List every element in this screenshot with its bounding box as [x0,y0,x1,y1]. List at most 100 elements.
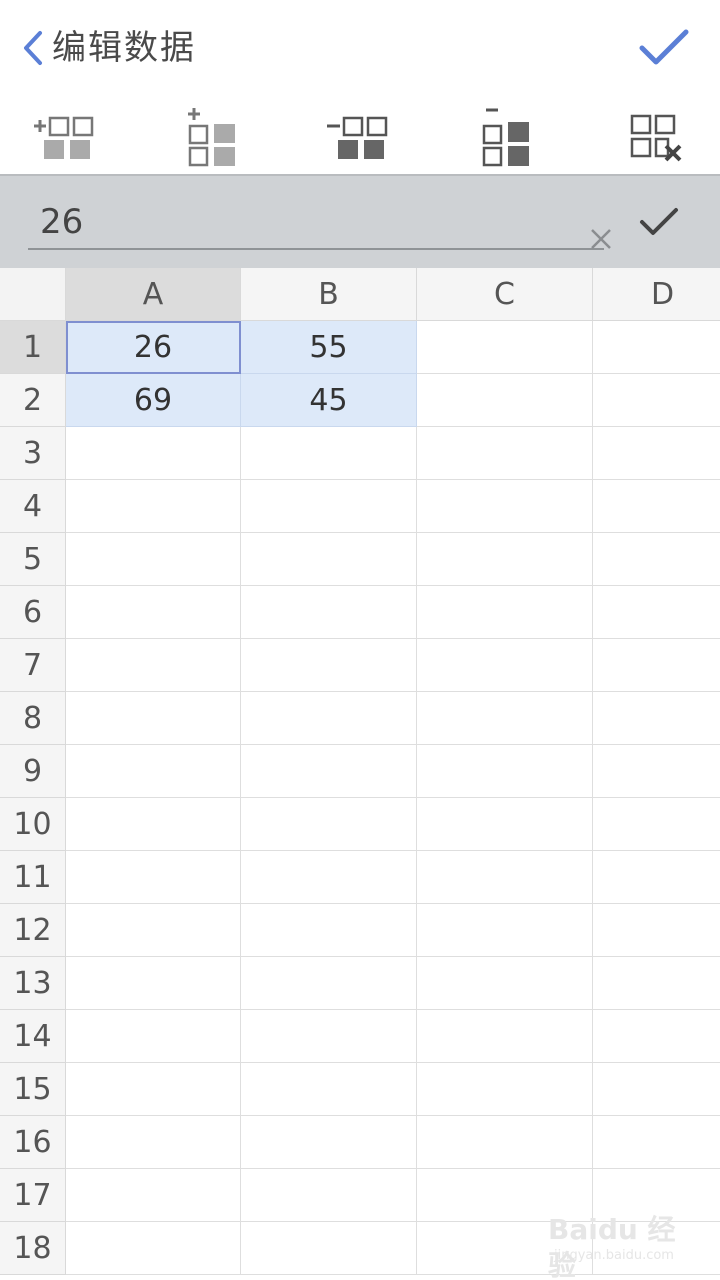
cell-c7[interactable] [417,639,593,692]
row-header-15[interactable]: 15 [0,1063,66,1116]
cell-d9[interactable] [593,745,720,798]
clear-input-button[interactable] [584,222,618,256]
cell-a14[interactable] [66,1010,241,1063]
cell-d13[interactable] [593,957,720,1010]
cell-d12[interactable] [593,904,720,957]
row-header-3[interactable]: 3 [0,427,66,480]
delete-column-button[interactable] [324,104,396,170]
cell-d2[interactable] [593,374,720,427]
cell-d3[interactable] [593,427,720,480]
row-header-11[interactable]: 11 [0,851,66,904]
row-header-6[interactable]: 6 [0,586,66,639]
row-header-18[interactable]: 18 [0,1222,66,1275]
cell-a6[interactable] [66,586,241,639]
cell-value-field[interactable]: 26 [28,194,611,250]
cell-a18[interactable] [66,1222,241,1275]
cell-c3[interactable] [417,427,593,480]
row-header-8[interactable]: 8 [0,692,66,745]
cell-a13[interactable] [66,957,241,1010]
cell-b5[interactable] [241,533,417,586]
cell-b11[interactable] [241,851,417,904]
cell-d10[interactable] [593,798,720,851]
cell-d11[interactable] [593,851,720,904]
back-button[interactable] [22,26,44,70]
cell-a5[interactable] [66,533,241,586]
row-header-9[interactable]: 9 [0,745,66,798]
row-header-14[interactable]: 14 [0,1010,66,1063]
cell-c5[interactable] [417,533,593,586]
cell-b12[interactable] [241,904,417,957]
cell-b13[interactable] [241,957,417,1010]
cell-a4[interactable] [66,480,241,533]
cell-d6[interactable] [593,586,720,639]
cell-a12[interactable] [66,904,241,957]
cell-d4[interactable] [593,480,720,533]
cell-b10[interactable] [241,798,417,851]
cell-c16[interactable] [417,1116,593,1169]
cell-c4[interactable] [417,480,593,533]
cell-c11[interactable] [417,851,593,904]
cell-c6[interactable] [417,586,593,639]
row-header-4[interactable]: 4 [0,480,66,533]
cell-b17[interactable] [241,1169,417,1222]
row-header-1[interactable]: 1 [0,321,66,374]
cell-b6[interactable] [241,586,417,639]
cell-b3[interactable] [241,427,417,480]
cell-d1[interactable] [593,321,720,374]
cell-b2[interactable]: 45 [241,374,417,427]
cell-a2[interactable]: 69 [66,374,241,427]
cell-d14[interactable] [593,1010,720,1063]
cell-b8[interactable] [241,692,417,745]
insert-column-button[interactable] [30,104,102,170]
cell-a3[interactable] [66,427,241,480]
cell-a11[interactable] [66,851,241,904]
cell-c9[interactable] [417,745,593,798]
insert-row-button[interactable] [184,104,244,170]
cell-a9[interactable] [66,745,241,798]
cell-a10[interactable] [66,798,241,851]
cell-c15[interactable] [417,1063,593,1116]
cell-b18[interactable] [241,1222,417,1275]
cell-b14[interactable] [241,1010,417,1063]
cell-d16[interactable] [593,1116,720,1169]
row-header-13[interactable]: 13 [0,957,66,1010]
cell-c8[interactable] [417,692,593,745]
row-header-5[interactable]: 5 [0,533,66,586]
cell-c1[interactable] [417,321,593,374]
cell-a1[interactable]: 26 [66,321,241,374]
cell-a16[interactable] [66,1116,241,1169]
cell-a17[interactable] [66,1169,241,1222]
cell-c10[interactable] [417,798,593,851]
row-header-12[interactable]: 12 [0,904,66,957]
cell-c2[interactable] [417,374,593,427]
cell-b1[interactable]: 55 [241,321,417,374]
cell-b7[interactable] [241,639,417,692]
clear-table-button[interactable] [626,104,688,170]
column-header-a[interactable]: A [66,268,241,321]
cell-a15[interactable] [66,1063,241,1116]
cell-d5[interactable] [593,533,720,586]
cell-b9[interactable] [241,745,417,798]
commit-value-button[interactable] [636,202,682,242]
cell-b15[interactable] [241,1063,417,1116]
cell-a8[interactable] [66,692,241,745]
cell-a7[interactable] [66,639,241,692]
cell-c13[interactable] [417,957,593,1010]
row-header-17[interactable]: 17 [0,1169,66,1222]
cell-d15[interactable] [593,1063,720,1116]
cell-b4[interactable] [241,480,417,533]
row-header-10[interactable]: 10 [0,798,66,851]
cell-c14[interactable] [417,1010,593,1063]
cell-d7[interactable] [593,639,720,692]
row-header-16[interactable]: 16 [0,1116,66,1169]
column-header-c[interactable]: C [417,268,593,321]
cell-b16[interactable] [241,1116,417,1169]
confirm-button[interactable] [636,24,692,72]
delete-row-button[interactable] [478,104,538,170]
row-header-2[interactable]: 2 [0,374,66,427]
cell-d8[interactable] [593,692,720,745]
column-header-b[interactable]: B [241,268,417,321]
cell-c12[interactable] [417,904,593,957]
row-header-7[interactable]: 7 [0,639,66,692]
column-header-d[interactable]: D [593,268,720,321]
